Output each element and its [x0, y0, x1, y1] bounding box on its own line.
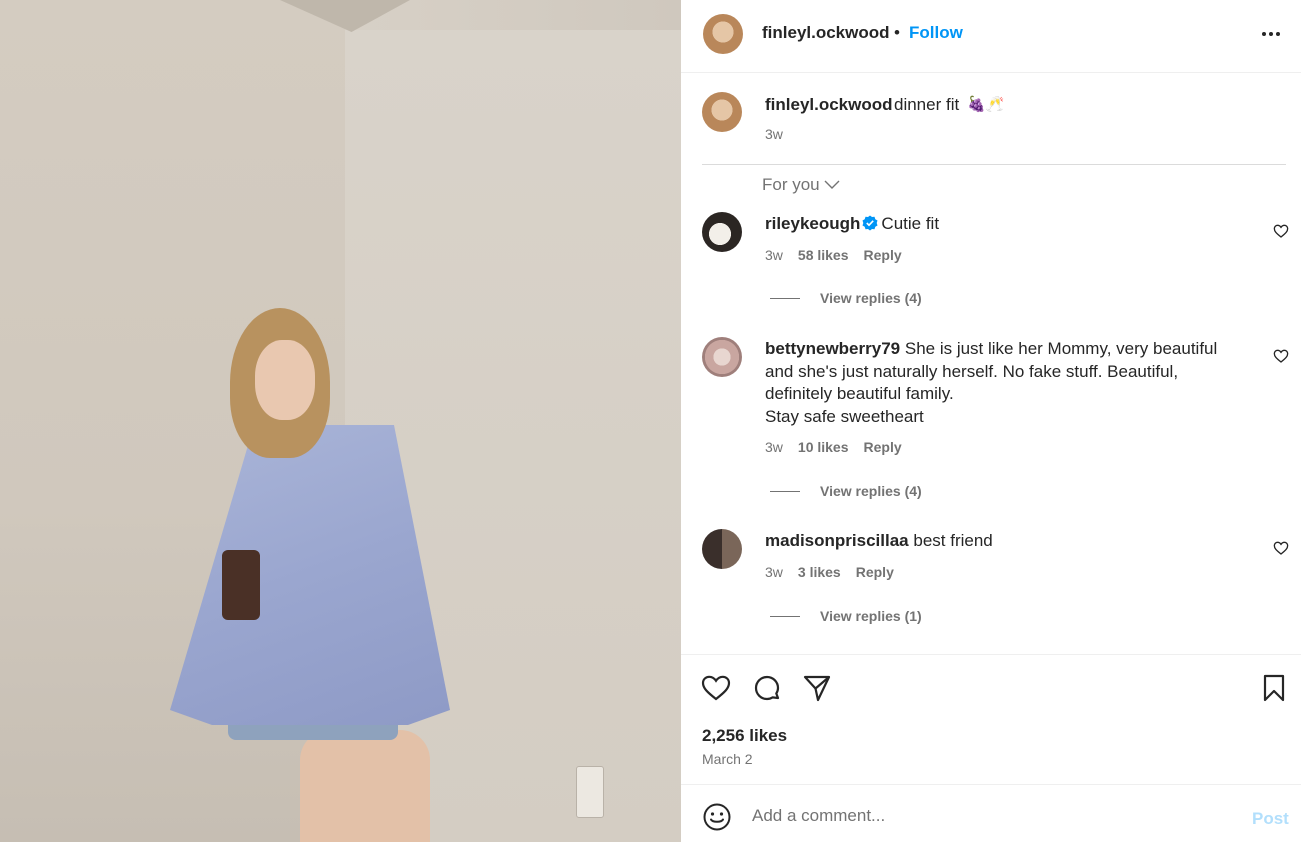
- likes-count[interactable]: 2,256 likes: [702, 726, 787, 746]
- comment-sort-dropdown[interactable]: For you: [762, 175, 840, 195]
- photo-person: [150, 300, 470, 842]
- comment-time[interactable]: 3w: [765, 247, 783, 263]
- comment-likes[interactable]: 58 likes: [798, 247, 849, 263]
- comment-icon[interactable]: [751, 672, 783, 704]
- post-comment-button[interactable]: Post: [1252, 809, 1289, 829]
- separator-dot: •: [894, 23, 900, 42]
- commenter-avatar[interactable]: [702, 212, 742, 252]
- caption-emoji: 🍇🥂: [967, 96, 1005, 113]
- comment-text: Cutie fit: [881, 214, 940, 233]
- photo-shirt: [170, 425, 450, 725]
- photo-face: [255, 340, 315, 420]
- share-icon[interactable]: [801, 672, 833, 704]
- owner-avatar[interactable]: [703, 14, 743, 54]
- caption-username[interactable]: finleyl.ockwood: [765, 95, 893, 115]
- comment-heart-icon[interactable]: [1273, 540, 1289, 556]
- more-options-icon[interactable]: [1259, 22, 1283, 46]
- replies-line: [770, 297, 800, 299]
- replies-line: [770, 490, 800, 492]
- post-header: finleyl.ockwood • Follow: [681, 0, 1301, 73]
- comment-body: bettynewberry79 She is just like her Mom…: [765, 338, 1245, 428]
- comment-meta: 3w 10 likes Reply: [765, 439, 902, 455]
- commenter-username[interactable]: rileykeough: [765, 214, 860, 233]
- comment-sort-label: For you: [762, 175, 820, 194]
- add-comment-bar: Post: [681, 784, 1301, 842]
- post-actions: 2,256 likes March 2: [681, 654, 1301, 784]
- comment-time[interactable]: 3w: [765, 564, 783, 580]
- view-replies-button[interactable]: View replies (1): [770, 608, 922, 624]
- chevron-down-icon: [824, 180, 840, 189]
- view-replies-button[interactable]: View replies (4): [770, 290, 922, 306]
- comment-text-line2: Stay safe sweetheart: [765, 406, 924, 426]
- owner-username[interactable]: finleyl.ockwood: [762, 23, 890, 43]
- caption-avatar[interactable]: [702, 92, 742, 132]
- reply-button[interactable]: Reply: [864, 247, 902, 263]
- photo-bag: [222, 550, 260, 620]
- commenter-avatar[interactable]: [702, 337, 742, 377]
- comment-heart-icon[interactable]: [1273, 223, 1289, 239]
- emoji-icon[interactable]: [702, 802, 732, 832]
- caption-text: dinner fit: [894, 95, 960, 114]
- post-date[interactable]: March 2: [702, 751, 753, 767]
- commenter-avatar[interactable]: [702, 529, 742, 569]
- follow-button[interactable]: Follow: [909, 23, 963, 43]
- photo-outlet: [576, 766, 604, 818]
- comment-time[interactable]: 3w: [765, 439, 783, 455]
- view-replies-label: View replies (1): [820, 608, 922, 624]
- comment-heart-icon[interactable]: [1273, 348, 1289, 364]
- comment-likes[interactable]: 10 likes: [798, 439, 849, 455]
- comment-body: madisonpriscillaa best friend: [765, 530, 1245, 553]
- comment-body: rileykeough Cutie fit: [765, 213, 1245, 236]
- view-replies-label: View replies (4): [820, 483, 922, 499]
- verified-badge-icon: [862, 215, 878, 231]
- view-replies-label: View replies (4): [820, 290, 922, 306]
- reply-button[interactable]: Reply: [864, 439, 902, 455]
- view-replies-button[interactable]: View replies (4): [770, 483, 922, 499]
- photo-legs: [300, 730, 430, 842]
- caption-divider: [702, 164, 1286, 165]
- commenter-username[interactable]: bettynewberry79: [765, 339, 900, 358]
- heart-icon[interactable]: [700, 672, 732, 704]
- post-photo[interactable]: [0, 0, 681, 842]
- reply-button[interactable]: Reply: [856, 564, 894, 580]
- comment-input[interactable]: [752, 801, 1232, 831]
- comment-text: best friend: [913, 531, 993, 550]
- replies-line: [770, 615, 800, 617]
- comment-meta: 3w 3 likes Reply: [765, 564, 894, 580]
- comment-meta: 3w 58 likes Reply: [765, 247, 902, 263]
- bookmark-icon[interactable]: [1258, 672, 1290, 704]
- caption-time[interactable]: 3w: [765, 126, 783, 142]
- comment-likes[interactable]: 3 likes: [798, 564, 841, 580]
- commenter-username[interactable]: madisonpriscillaa: [765, 531, 909, 550]
- post-side-panel: finleyl.ockwood • Follow finleyl.ockwood…: [681, 0, 1301, 842]
